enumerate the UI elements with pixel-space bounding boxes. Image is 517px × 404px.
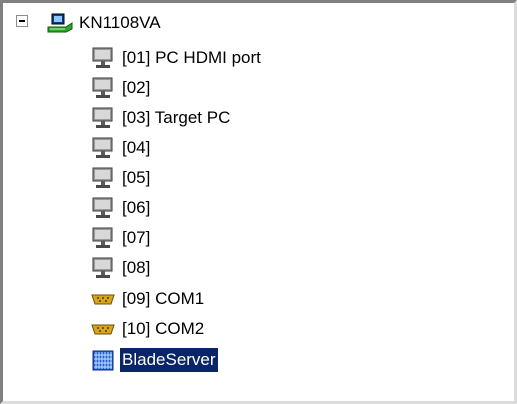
tree-item-label: [08] <box>122 258 151 277</box>
tree-node-label: KN1108VA <box>79 13 161 32</box>
network-switch-icon <box>47 11 73 35</box>
serial-port-icon <box>90 287 116 311</box>
serial-port-icon <box>90 317 116 341</box>
tree-item-label: [06] <box>122 198 151 217</box>
tree-item-label: [02] <box>122 78 151 97</box>
tree-item-label: [09] COM1 <box>122 289 205 308</box>
tree-item-port-05[interactable]: [05] <box>90 164 152 192</box>
tree-item-port-04[interactable]: [04] <box>90 134 152 162</box>
monitor-icon <box>90 196 116 220</box>
tree-item-bladeserver[interactable]: BladeServer <box>90 346 218 374</box>
tree-item-label: [04] <box>122 138 151 157</box>
monitor-icon <box>90 226 116 250</box>
monitor-icon <box>90 76 116 100</box>
tree-item-port-02[interactable]: [02] <box>90 74 152 102</box>
tree-item-port-01[interactable]: [01] PC HDMI port <box>90 44 263 72</box>
blade-server-icon <box>90 348 116 372</box>
monitor-icon <box>90 106 116 130</box>
tree-item-port-06[interactable]: [06] <box>90 194 152 222</box>
tree-item-port-07[interactable]: [07] <box>90 224 152 252</box>
tree-item-port-09[interactable]: [09] COM1 <box>90 285 206 313</box>
monitor-icon <box>90 166 116 190</box>
monitor-icon <box>90 136 116 160</box>
collapse-minus-icon[interactable] <box>16 15 28 27</box>
monitor-icon <box>90 46 116 70</box>
tree-item-label-selected: BladeServer <box>120 348 218 372</box>
tree-item-label: [10] COM2 <box>122 319 205 338</box>
tree-item-port-10[interactable]: [10] COM2 <box>90 315 206 343</box>
tree-item-label: [07] <box>122 228 151 247</box>
device-tree-panel[interactable]: KN1108VA [01] PC HDMI port [02] [03] Tar… <box>0 0 517 404</box>
monitor-icon <box>90 256 116 280</box>
tree-node-root[interactable]: KN1108VA <box>47 9 163 37</box>
tree-item-label: [05] <box>122 168 151 187</box>
tree-item-port-08[interactable]: [08] <box>90 254 152 282</box>
tree-item-label: [01] PC HDMI port <box>122 48 261 67</box>
tree-item-label: [03] Target PC <box>122 108 231 127</box>
tree-item-port-03[interactable]: [03] Target PC <box>90 104 232 132</box>
